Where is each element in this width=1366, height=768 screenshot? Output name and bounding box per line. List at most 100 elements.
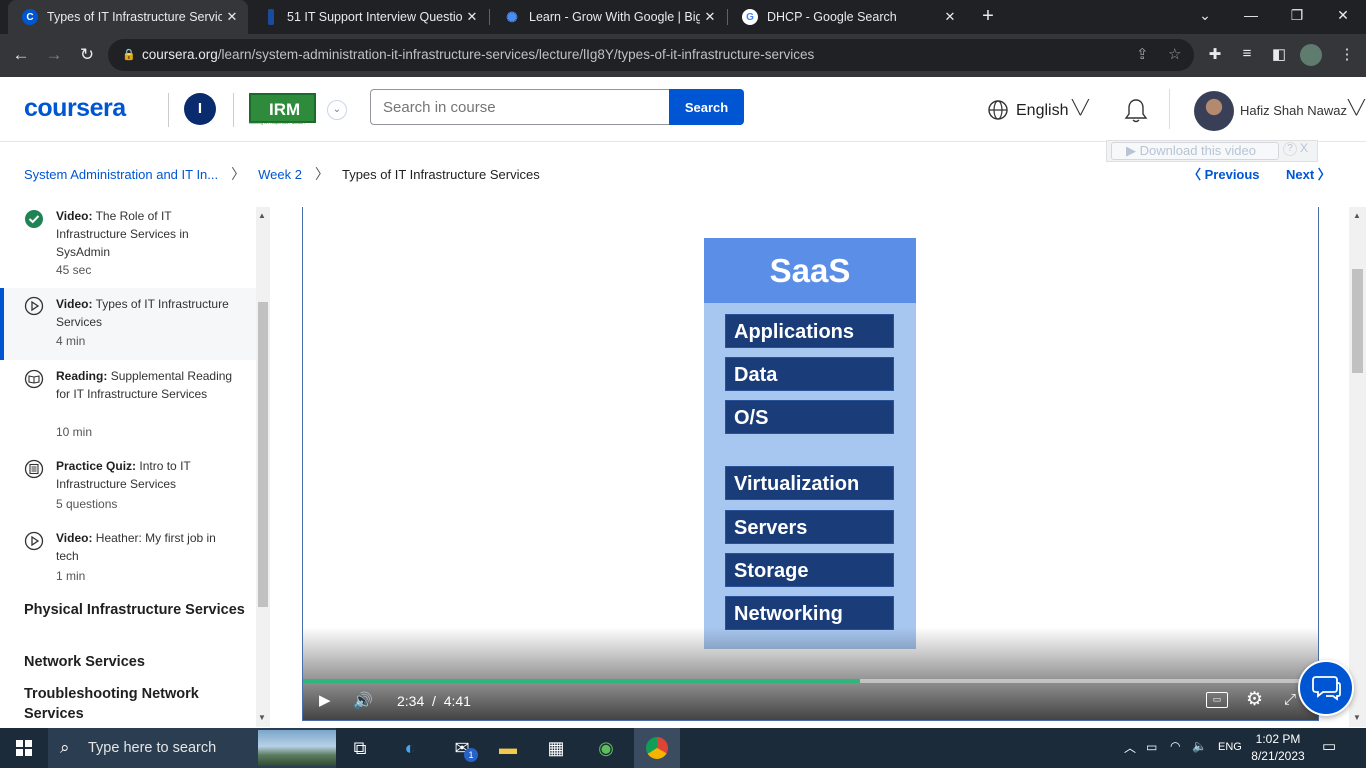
previous-button[interactable]: 〈 Previous	[1188, 164, 1260, 183]
taskbar-search-box[interactable]: ⌕ Type here to search	[48, 728, 336, 768]
notification-center-icon[interactable]: ▭	[1322, 737, 1342, 757]
taskbar-clock[interactable]: 1:02 PM 8/21/2023	[1240, 731, 1316, 765]
close-window-button[interactable]: ✕	[1320, 0, 1366, 32]
list-item[interactable]: Video: Heather: My first job in tech 1 m…	[0, 529, 256, 597]
profile-icon[interactable]	[1300, 44, 1322, 66]
idm-download-icon[interactable]: ◉	[590, 732, 622, 764]
store-icon[interactable]: ▦	[540, 732, 572, 764]
help-icon[interactable]: ?	[1283, 142, 1297, 156]
mail-badge: 1	[464, 748, 478, 762]
list-item[interactable]: Reading: Supplemental Reading for IT Inf…	[0, 367, 256, 447]
windows-start-icon[interactable]	[0, 728, 48, 768]
page-scrollbar[interactable]: ▲ ▼	[1349, 207, 1366, 727]
speaker-icon[interactable]: 🔈	[1192, 739, 1207, 753]
language-selector[interactable]: English	[1016, 102, 1068, 120]
chevron-right-icon: 〉	[1314, 167, 1331, 182]
side-panel-icon[interactable]: ◧	[1268, 45, 1290, 63]
scroll-up-arrow-icon[interactable]: ▲	[1353, 211, 1361, 220]
captions-icon[interactable]: ▭	[1206, 692, 1228, 708]
sidebar-scrollbar[interactable]: ▲ ▼	[256, 207, 270, 727]
list-item[interactable]: Video: The Role of IT Infrastructure Ser…	[0, 207, 256, 289]
chevron-up-icon[interactable]: ︿	[1124, 739, 1136, 756]
total-time: 4:41	[443, 693, 471, 709]
url-domain: coursera.org	[142, 47, 218, 62]
scrollbar-thumb[interactable]	[1352, 269, 1363, 373]
scroll-up-arrow-icon[interactable]: ▲	[258, 211, 266, 220]
item-type: Reading:	[56, 369, 108, 383]
chat-bubbles-icon	[1312, 676, 1341, 701]
mail-icon[interactable]: ✉ 1	[446, 732, 478, 764]
browser-tab[interactable]: ✺ Learn - Grow With Google | Big Impact …	[490, 0, 726, 34]
notification-bell-icon[interactable]	[1123, 97, 1149, 125]
close-tab-icon[interactable]: ✕	[700, 9, 720, 25]
breadcrumb-week-link[interactable]: Week 2	[258, 167, 302, 182]
extensions-puzzle-icon[interactable]: ✚	[1204, 45, 1226, 63]
url-text[interactable]: coursera.org/learn/system-administration…	[142, 47, 814, 62]
section-heading[interactable]: Troubleshooting Network Services	[24, 684, 254, 724]
play-icon[interactable]: ▶	[319, 691, 339, 711]
coursera-favicon-icon: C	[22, 9, 38, 25]
chrome-taskbar-icon[interactable]	[634, 728, 680, 768]
check-circle-icon	[25, 210, 43, 228]
section-heading[interactable]: Physical Infrastructure Services	[24, 600, 254, 620]
org-dropdown-chevron-icon[interactable]: ⌄	[327, 100, 347, 120]
close-tab-icon[interactable]: ✕	[462, 9, 482, 25]
forward-button[interactable]: →	[41, 42, 67, 68]
battery-icon[interactable]: ▭	[1146, 740, 1157, 754]
current-time: 2:34	[397, 693, 425, 709]
task-view-icon[interactable]: ⧉	[344, 732, 376, 764]
close-tab-icon[interactable]: ✕	[940, 9, 960, 25]
chevron-down-icon[interactable]: ╲╱	[1348, 99, 1365, 116]
media-queue-icon[interactable]: ≡	[1236, 45, 1258, 62]
document-favicon-icon	[268, 9, 274, 25]
chrome-menu-icon[interactable]: ⋮	[1336, 45, 1358, 63]
tab-search-button[interactable]: ⌄	[1182, 0, 1228, 32]
course-outline-sidebar: Video: The Role of IT Infrastructure Ser…	[0, 207, 270, 727]
browser-tab[interactable]: C Types of IT Infrastructure Services ✕	[8, 0, 248, 34]
user-name[interactable]: Hafiz Shah Nawaz	[1240, 103, 1347, 118]
wifi-icon[interactable]: ◠	[1170, 739, 1180, 753]
video-player[interactable]: SaaS Applications Data O/S Virtualizatio…	[302, 207, 1319, 721]
item-title: Video: Heather: My first job in tech	[56, 529, 238, 565]
breadcrumb: System Administration and IT In... 〉 Wee…	[24, 164, 540, 184]
close-icon[interactable]: X	[1300, 141, 1308, 155]
reload-button[interactable]: ↻	[74, 42, 100, 68]
gear-icon[interactable]: ⚙	[1246, 688, 1268, 710]
quiz-icon	[24, 459, 44, 479]
browser-tab[interactable]: G DHCP - Google Search ✕	[728, 0, 966, 34]
coursera-logo[interactable]: coursera	[24, 94, 126, 123]
minimize-button[interactable]: —	[1228, 0, 1274, 32]
breadcrumb-course-link[interactable]: System Administration and IT In...	[24, 167, 218, 182]
volume-icon[interactable]: 🔊	[353, 691, 377, 711]
bookmark-star-icon[interactable]: ☆	[1168, 45, 1181, 63]
windows-taskbar: ⌕ Type here to search ⧉ ◐ ✉ 1 ▬ ▦ ◉ ︿ ▭ ◠…	[0, 728, 1366, 768]
download-video-button[interactable]: ▶ Download this video	[1111, 142, 1279, 160]
scroll-down-arrow-icon[interactable]: ▼	[1353, 713, 1361, 722]
list-item[interactable]: Practice Quiz: Intro to IT Infrastructur…	[0, 457, 256, 527]
search-button[interactable]: Search	[669, 89, 744, 125]
scrollbar-thumb[interactable]	[258, 302, 268, 607]
file-explorer-icon[interactable]: ▬	[492, 732, 524, 764]
edge-icon[interactable]: ◐	[394, 732, 426, 764]
org-badge[interactable]: I	[184, 93, 216, 125]
user-avatar[interactable]	[1194, 91, 1234, 131]
next-button[interactable]: Next 〉	[1286, 164, 1331, 183]
chat-button[interactable]	[1298, 660, 1354, 716]
share-icon[interactable]: ⇪	[1136, 45, 1149, 63]
stack-layer: O/S	[725, 400, 894, 434]
partner-logo[interactable]: IRM	[249, 93, 316, 123]
new-tab-button[interactable]: +	[976, 4, 1000, 28]
restore-button[interactable]: ❐	[1274, 0, 1320, 32]
video-progress-bar[interactable]	[303, 679, 1318, 683]
course-search-input[interactable]	[370, 89, 670, 125]
chevron-down-icon[interactable]: ╲╱	[1072, 99, 1089, 116]
list-item-current[interactable]: Video: Types of IT Infrastructure Servic…	[0, 288, 256, 360]
close-tab-icon[interactable]: ✕	[222, 9, 242, 25]
stack-layer: Servers	[725, 510, 894, 544]
browser-tab[interactable]: 51 IT Support Interview Questions ✕	[250, 0, 488, 34]
scroll-down-arrow-icon[interactable]: ▼	[258, 713, 266, 722]
back-button[interactable]: ←	[8, 42, 34, 68]
input-language[interactable]: ENG	[1218, 741, 1242, 753]
address-bar[interactable]: 🔒 coursera.org/learn/system-administrati…	[108, 39, 1194, 71]
section-heading[interactable]: Network Services	[24, 652, 254, 672]
